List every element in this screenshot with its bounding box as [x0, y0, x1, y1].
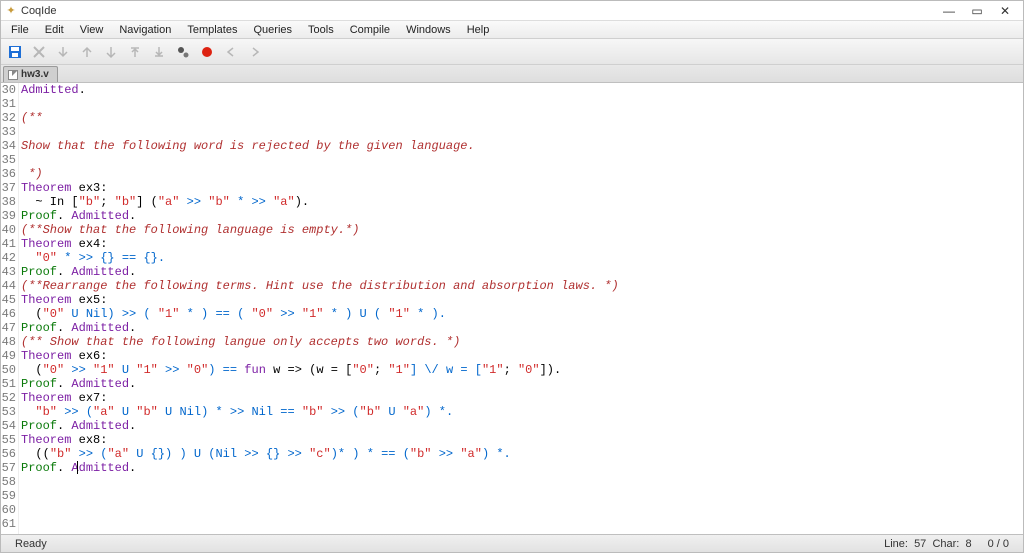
file-tab-label: hw3.v — [21, 69, 49, 80]
arrow-up-icon[interactable] — [77, 42, 97, 62]
status-ready: Ready — [7, 538, 55, 550]
app-icon: ✦ — [5, 5, 17, 17]
status-coq: 0 / 0 — [980, 538, 1017, 550]
menu-bar: FileEditViewNavigationTemplatesQueriesTo… — [1, 21, 1023, 39]
code-line[interactable]: Theorem ex5: — [21, 293, 1023, 307]
code-line[interactable]: Proof. Admitted. — [21, 321, 1023, 335]
menu-compile[interactable]: Compile — [342, 23, 398, 37]
goto-icon[interactable] — [101, 42, 121, 62]
menu-templates[interactable]: Templates — [179, 23, 245, 37]
status-line: Line: 57 Char: 8 — [876, 538, 980, 550]
code-line[interactable]: Proof. Admitted. — [21, 419, 1023, 433]
arrow-top-icon[interactable] — [125, 42, 145, 62]
menu-navigation[interactable]: Navigation — [111, 23, 179, 37]
code-line[interactable]: (("b" >> ("a" U {}) ) U (Nil >> {} >> "c… — [21, 447, 1023, 461]
line-gutter: 3031323334353637383940414243444546474849… — [1, 83, 19, 534]
menu-edit[interactable]: Edit — [37, 23, 72, 37]
code-line[interactable]: *) — [21, 167, 1023, 181]
code-line[interactable]: "0" * >> {} == {}. — [21, 251, 1023, 265]
code-line[interactable] — [21, 517, 1023, 531]
status-bar: Ready Line: 57 Char: 8 0 / 0 — [1, 534, 1023, 552]
code-line[interactable]: Theorem ex6: — [21, 349, 1023, 363]
code-line[interactable]: Proof. Admitted. — [21, 377, 1023, 391]
code-line[interactable]: (**Rearrange the following terms. Hint u… — [21, 279, 1023, 293]
code-line[interactable]: (** Show that the following langue only … — [21, 335, 1023, 349]
code-line[interactable]: Admitted. — [21, 83, 1023, 97]
code-line[interactable]: Theorem ex4: — [21, 237, 1023, 251]
code-line[interactable]: (**Show that the following language is e… — [21, 223, 1023, 237]
code-line[interactable]: Theorem ex3: — [21, 181, 1023, 195]
app-title: CoqIde — [21, 5, 56, 17]
menu-windows[interactable]: Windows — [398, 23, 459, 37]
record-icon[interactable] — [197, 42, 217, 62]
code-line[interactable]: (** — [21, 111, 1023, 125]
menu-tools[interactable]: Tools — [300, 23, 342, 37]
prev-icon[interactable] — [221, 42, 241, 62]
minimize-button[interactable]: — — [935, 2, 963, 20]
gears-icon[interactable] — [173, 42, 193, 62]
save-button[interactable] — [5, 42, 25, 62]
code-line[interactable] — [21, 489, 1023, 503]
code-line[interactable]: ("0" >> "1" U "1" >> "0") == fun w => (w… — [21, 363, 1023, 377]
code-line[interactable]: Theorem ex7: — [21, 391, 1023, 405]
code-line[interactable] — [21, 153, 1023, 167]
close-button[interactable]: ✕ — [991, 2, 1019, 20]
toolbar — [1, 39, 1023, 65]
menu-queries[interactable]: Queries — [245, 23, 300, 37]
menu-view[interactable]: View — [72, 23, 112, 37]
menu-help[interactable]: Help — [459, 23, 498, 37]
code-area[interactable]: Admitted. (** Show that the following wo… — [19, 83, 1023, 534]
code-editor[interactable]: 3031323334353637383940414243444546474849… — [1, 83, 1023, 534]
code-line[interactable]: "b" >> ("a" U "b" U Nil) * >> Nil == "b"… — [21, 405, 1023, 419]
code-line[interactable] — [21, 97, 1023, 111]
code-line[interactable]: ("0" U Nil) >> ( "1" * ) == ( "0" >> "1"… — [21, 307, 1023, 321]
code-line[interactable]: ~ In ["b"; "b"] ("a" >> "b" * >> "a"). — [21, 195, 1023, 209]
code-line[interactable]: Proof. Admitted. — [21, 461, 1023, 475]
next-icon[interactable] — [245, 42, 265, 62]
maximize-button[interactable]: ▭ — [963, 2, 991, 20]
arrow-bottom-icon[interactable] — [149, 42, 169, 62]
arrow-down-icon[interactable] — [53, 42, 73, 62]
code-line[interactable] — [21, 475, 1023, 489]
code-line[interactable]: Theorem ex8: — [21, 433, 1023, 447]
code-line[interactable]: Proof. Admitted. — [21, 209, 1023, 223]
code-line[interactable] — [21, 125, 1023, 139]
tab-strip: hw3.v — [1, 65, 1023, 83]
code-line[interactable]: Show that the following word is rejected… — [21, 139, 1023, 153]
title-bar: ✦ CoqIde — ▭ ✕ — [1, 1, 1023, 21]
file-tab[interactable]: hw3.v — [3, 66, 58, 82]
menu-file[interactable]: File — [3, 23, 37, 37]
close-gray-icon[interactable] — [29, 42, 49, 62]
code-line[interactable] — [21, 503, 1023, 517]
code-line[interactable]: Proof. Admitted. — [21, 265, 1023, 279]
document-icon — [8, 70, 18, 80]
